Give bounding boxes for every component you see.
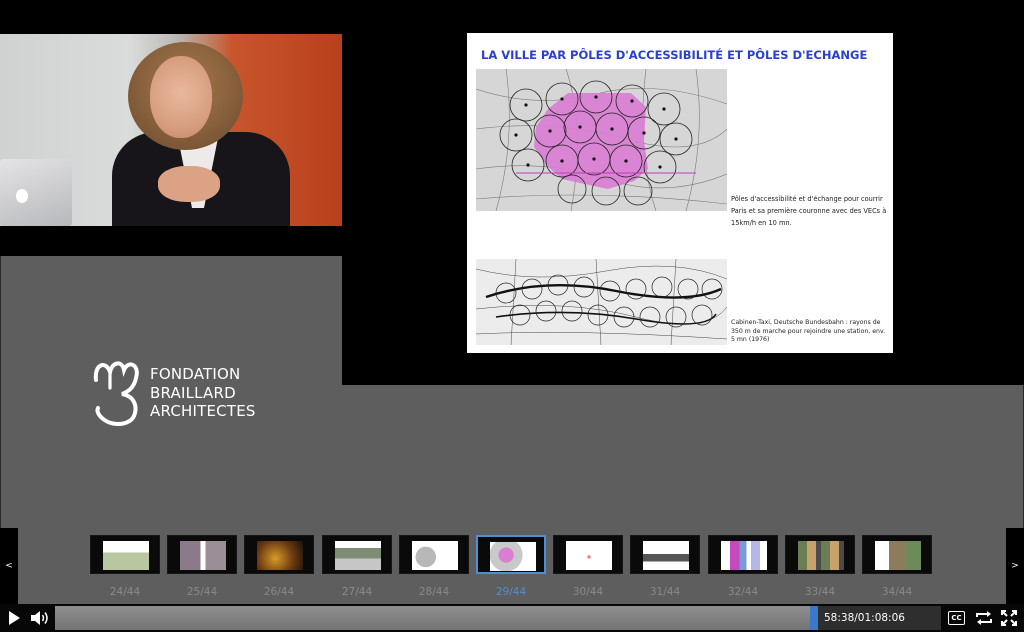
volume-icon[interactable] bbox=[30, 609, 50, 627]
accessibility-map bbox=[476, 69, 727, 211]
slide-thumbnail[interactable] bbox=[167, 535, 237, 574]
thumbnail-label: 32/44 bbox=[727, 586, 759, 598]
apple-logo-icon bbox=[16, 189, 28, 203]
seek-handle[interactable] bbox=[810, 606, 818, 630]
seek-bar-played bbox=[55, 606, 818, 630]
thumbnail-label: 27/44 bbox=[341, 586, 373, 598]
thumbnail-label: 28/44 bbox=[418, 586, 450, 598]
time-display: 58:38/01:08:06 bbox=[818, 606, 941, 630]
closed-captions-button[interactable]: CC bbox=[948, 611, 965, 625]
play-icon[interactable] bbox=[6, 609, 22, 627]
thumbnail-label-active: 29/44 bbox=[495, 586, 527, 598]
speaker-face bbox=[150, 56, 212, 138]
cabinentaxi-map bbox=[476, 259, 727, 345]
slide-thumbnail[interactable] bbox=[862, 535, 932, 574]
thumbnail-label: 34/44 bbox=[881, 586, 913, 598]
video-letterbox bbox=[0, 226, 342, 256]
thumbnails-next-button[interactable]: > bbox=[1006, 528, 1024, 604]
foundation-name: FONDATION BRAILLARD ARCHITECTES bbox=[150, 365, 256, 421]
slide-title: LA VILLE PAR PÔLES D'ACCESSIBILITÉ ET PÔ… bbox=[481, 48, 868, 62]
loop-icon[interactable] bbox=[974, 609, 994, 627]
thumbnail-image bbox=[566, 541, 612, 570]
slide-thumbnail[interactable] bbox=[322, 535, 392, 574]
slide-thumbnail-active[interactable] bbox=[476, 535, 546, 574]
speaker-video[interactable] bbox=[0, 34, 342, 226]
thumbnail-image bbox=[103, 541, 149, 570]
thumbnail-label: 24/44 bbox=[109, 586, 141, 598]
logo-line-2: BRAILLARD bbox=[150, 383, 236, 402]
thumbnail-label: 26/44 bbox=[263, 586, 295, 598]
slide-thumbnail[interactable] bbox=[399, 535, 469, 574]
slide-thumbnail[interactable] bbox=[553, 535, 623, 574]
thumbnail-label: 31/44 bbox=[649, 586, 681, 598]
slide-thumbnail[interactable] bbox=[630, 535, 700, 574]
thumbnail-label: 30/44 bbox=[572, 586, 604, 598]
slide-caption-1: Pôles d'accessibilité et d'échange pour … bbox=[731, 195, 887, 227]
slide-thumbnail[interactable] bbox=[785, 535, 855, 574]
thumbnail-label: 25/44 bbox=[186, 586, 218, 598]
speaker-hands bbox=[158, 166, 220, 202]
thumbnail-image bbox=[798, 541, 844, 570]
presentation-slide: LA VILLE PAR PÔLES D'ACCESSIBILITÉ ET PÔ… bbox=[467, 33, 893, 353]
thumbnail-image bbox=[490, 542, 536, 571]
thumbnails-prev-button[interactable]: < bbox=[0, 528, 18, 604]
thumbnail-strip: < > 24/44 25/44 26/44 27/44 28/44 29/44 … bbox=[0, 528, 1024, 604]
slide-thumbnail[interactable] bbox=[708, 535, 778, 574]
slide-thumbnail[interactable] bbox=[244, 535, 314, 574]
laptop bbox=[0, 159, 72, 226]
player-controls: 58:38/01:08:06 CC bbox=[0, 604, 1024, 632]
thumbnail-image bbox=[875, 541, 921, 570]
thumbnail-image bbox=[180, 541, 226, 570]
logo-line-3: ARCHITECTES bbox=[150, 402, 256, 420]
logo-line-1: FONDATION bbox=[150, 365, 241, 383]
slide-caption-2: Cabinen-Taxi, Deutsche Bundesbahn : rayo… bbox=[731, 319, 886, 343]
braillard-logo-icon bbox=[93, 361, 139, 426]
thumbnail-image bbox=[412, 541, 458, 570]
thumbnail-image bbox=[257, 541, 303, 570]
seek-bar[interactable] bbox=[55, 606, 941, 630]
slide-thumbnail[interactable] bbox=[90, 535, 160, 574]
fullscreen-icon[interactable] bbox=[1000, 609, 1018, 627]
thumbnail-image bbox=[335, 541, 381, 570]
thumbnail-image bbox=[721, 541, 767, 570]
thumbnail-label: 33/44 bbox=[804, 586, 836, 598]
thumbnail-image bbox=[643, 541, 689, 570]
